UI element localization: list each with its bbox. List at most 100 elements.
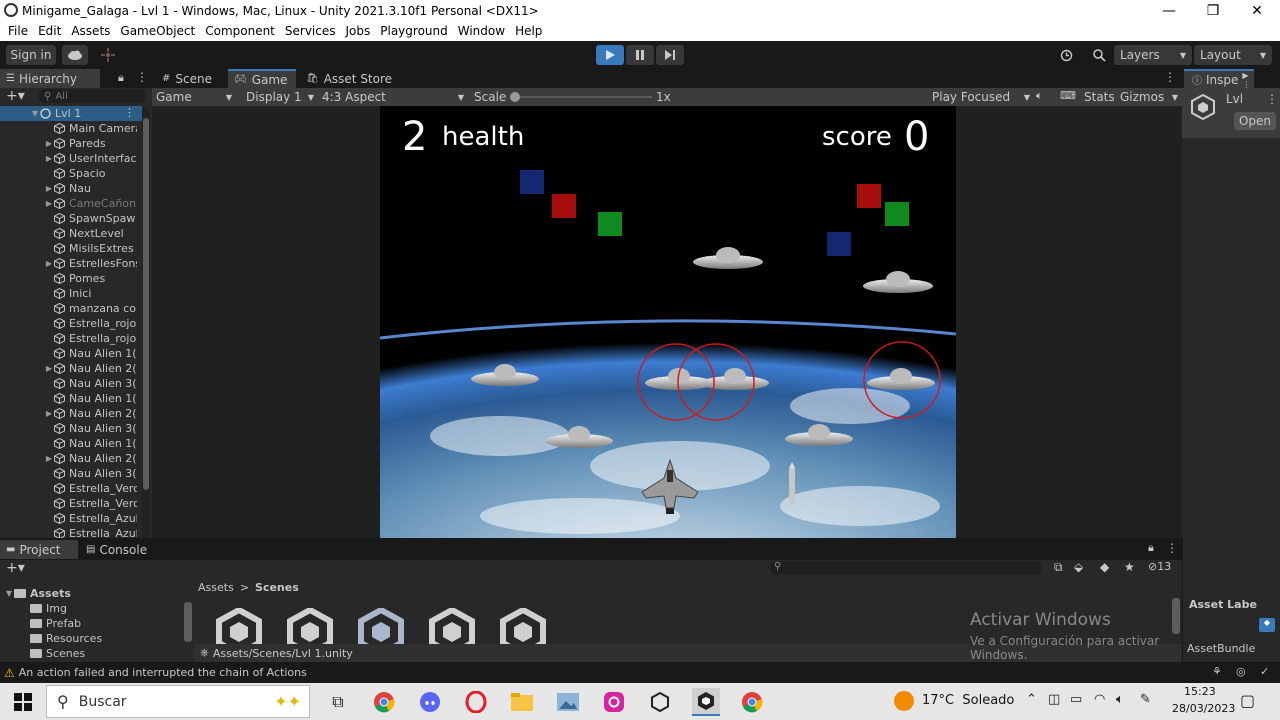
scene-asset-icon[interactable]: [358, 606, 404, 644]
hierarchy-item[interactable]: Inici: [44, 286, 91, 301]
signin-button[interactable]: Sign in: [6, 45, 56, 65]
tab-hierarchy[interactable]: ☰ Hierarchy: [0, 69, 100, 88]
expand-arrow-icon[interactable]: ▶: [44, 184, 54, 193]
photos-icon[interactable]: [554, 688, 582, 716]
hierarchy-item[interactable]: Nau Alien 1((: [44, 346, 137, 361]
gizmos-dropdown[interactable]: Gizmos ▼: [1120, 89, 1178, 105]
pause-button[interactable]: [626, 45, 654, 65]
cloud-icon[interactable]: [62, 45, 88, 65]
game-view[interactable]: 2 health score 0: [380, 106, 956, 538]
maximize-button[interactable]: ❐: [1190, 0, 1236, 21]
chevron-up-icon[interactable]: ⌃: [1026, 692, 1037, 707]
more-icon[interactable]: ⋮: [1166, 541, 1178, 555]
menu-assets[interactable]: Assets: [71, 24, 110, 38]
step-button[interactable]: [656, 45, 684, 65]
collab-icon[interactable]: [94, 45, 122, 65]
battery-icon[interactable]: ▭: [1070, 692, 1082, 707]
scene-asset-icon[interactable]: [500, 606, 546, 644]
open-button[interactable]: Open: [1234, 112, 1276, 130]
clock-date[interactable]: 28/03/2023: [1172, 702, 1235, 715]
search-icon[interactable]: [1086, 45, 1112, 65]
keyboard-icon[interactable]: ⌨︎: [1060, 89, 1076, 102]
expand-arrow-icon[interactable]: ▶: [44, 454, 54, 463]
tree-item-assets[interactable]: ▼ Assets: [4, 587, 71, 600]
menu-component[interactable]: Component: [205, 24, 275, 38]
tab-game[interactable]: 🎮︎ Game: [228, 69, 296, 88]
unity-hub-icon[interactable]: [646, 688, 674, 716]
unity-editor-icon[interactable]: [692, 688, 720, 716]
aspect-dropdown[interactable]: 4:3 Aspect ▼: [322, 89, 466, 105]
instagram-icon[interactable]: [600, 688, 628, 716]
tree-item-resources[interactable]: Resources: [30, 632, 102, 645]
scene-asset-icon[interactable]: [216, 606, 262, 644]
game-mode-dropdown[interactable]: Game ▼: [156, 89, 236, 105]
breadcrumb-scenes[interactable]: Scenes: [255, 581, 299, 594]
layers-dropdown[interactable]: Layers ▼: [1114, 45, 1192, 65]
hierarchy-item[interactable]: ▶ Nau Alien 2((: [44, 361, 137, 376]
tab-inspector[interactable]: ⓘ Inspe ▶ ⋮: [1184, 69, 1254, 89]
favorite-icon[interactable]: ★: [1124, 560, 1135, 574]
hierarchy-item[interactable]: ▶ EstrellesFons: [44, 256, 137, 271]
close-button[interactable]: ✕: [1234, 0, 1280, 21]
scene-asset-icon[interactable]: [429, 606, 475, 644]
tab-scene[interactable]: # Scene: [156, 69, 226, 88]
center-more-icon[interactable]: ⋮: [1164, 70, 1176, 84]
label-tag-icon[interactable]: ◆: [1259, 618, 1275, 632]
play-button[interactable]: [596, 45, 624, 65]
scene-menu-icon[interactable]: ⋮: [124, 106, 135, 119]
pen-icon[interactable]: ✎: [1140, 692, 1151, 707]
opera-icon[interactable]: [462, 688, 490, 716]
menu-gameobject[interactable]: GameObject: [120, 24, 195, 38]
status-message[interactable]: An action failed and interrupted the cha…: [19, 666, 307, 679]
tree-item-prefab[interactable]: Prefab: [30, 617, 81, 630]
hierarchy-item[interactable]: SpawnSpaw: [44, 211, 135, 226]
play-focused-dropdown[interactable]: Play Focused ▼: [932, 89, 1030, 105]
hierarchy-item[interactable]: Estrella_Verc: [44, 496, 137, 511]
menu-jobs[interactable]: Jobs: [346, 24, 371, 38]
discord-icon[interactable]: [416, 688, 444, 716]
menu-edit[interactable]: Edit: [38, 24, 61, 38]
camera-icon[interactable]: ◫: [1048, 692, 1060, 707]
hidden-packages-button[interactable]: ⊘ 13: [1148, 560, 1171, 573]
hierarchy-item[interactable]: ▶ Nau: [44, 181, 91, 196]
hierarchy-item[interactable]: Estrella_Azul: [44, 511, 137, 526]
tab-asset-store[interactable]: 🛍︎ Asset Store: [300, 69, 400, 88]
scale-slider[interactable]: [510, 92, 652, 102]
notification-icon[interactable]: ▢: [1240, 691, 1255, 710]
tree-scrollbar[interactable]: [184, 602, 192, 642]
scene-root[interactable]: ▼ Lvl 1: [30, 106, 81, 121]
hierarchy-item[interactable]: ▶ Pareds: [44, 136, 106, 151]
clock-time[interactable]: 15:23: [1184, 685, 1216, 698]
menu-playground[interactable]: Playground: [380, 24, 447, 38]
cache-icon[interactable]: ◎: [1236, 665, 1246, 678]
tree-item-scenes[interactable]: Scenes: [30, 647, 85, 660]
check-icon[interactable]: ✓: [1260, 665, 1269, 678]
tab-project[interactable]: ▬ Project: [0, 540, 78, 559]
chrome-icon[interactable]: [370, 688, 398, 716]
asset-bundle-dropdown[interactable]: AssetBundle: [1187, 642, 1255, 655]
expand-arrow-icon[interactable]: ▶: [44, 139, 54, 148]
history-icon[interactable]: [1052, 45, 1080, 65]
expand-arrow-icon[interactable]: ▶: [44, 199, 54, 208]
project-search-input[interactable]: ⚲: [770, 561, 1042, 575]
audio-icon[interactable]: 🔈︎: [1036, 89, 1043, 103]
wifi-icon[interactable]: ◠: [1094, 692, 1105, 707]
inspector-menu-icon[interactable]: ⋮: [1266, 92, 1278, 106]
tab-console[interactable]: ▤ Console: [80, 540, 160, 559]
expand-arrow-icon[interactable]: ▶: [44, 154, 54, 163]
menu-window[interactable]: Window: [458, 24, 505, 38]
menu-file[interactable]: File: [8, 24, 28, 38]
add-icon[interactable]: +▾: [6, 560, 25, 576]
task-view-icon[interactable]: ⧉: [324, 688, 352, 716]
filter-by-type-icon[interactable]: ⧉: [1054, 560, 1063, 575]
expand-arrow-icon[interactable]: ▶: [44, 409, 54, 418]
hierarchy-search-input[interactable]: ⚲ All: [38, 89, 146, 103]
menu-services[interactable]: Services: [285, 24, 336, 38]
taskbar-search-box[interactable]: ⚲ Buscar ✦✦: [46, 685, 310, 718]
menu-help[interactable]: Help: [515, 24, 542, 38]
minimize-button[interactable]: —: [1146, 0, 1192, 21]
chrome-icon[interactable]: [738, 688, 766, 716]
hierarchy-item[interactable]: Nau Alien 3(: [44, 376, 137, 391]
hierarchy-item[interactable]: Pomes: [44, 271, 105, 286]
hierarchy-item[interactable]: Estrella_rojo(: [44, 331, 137, 346]
